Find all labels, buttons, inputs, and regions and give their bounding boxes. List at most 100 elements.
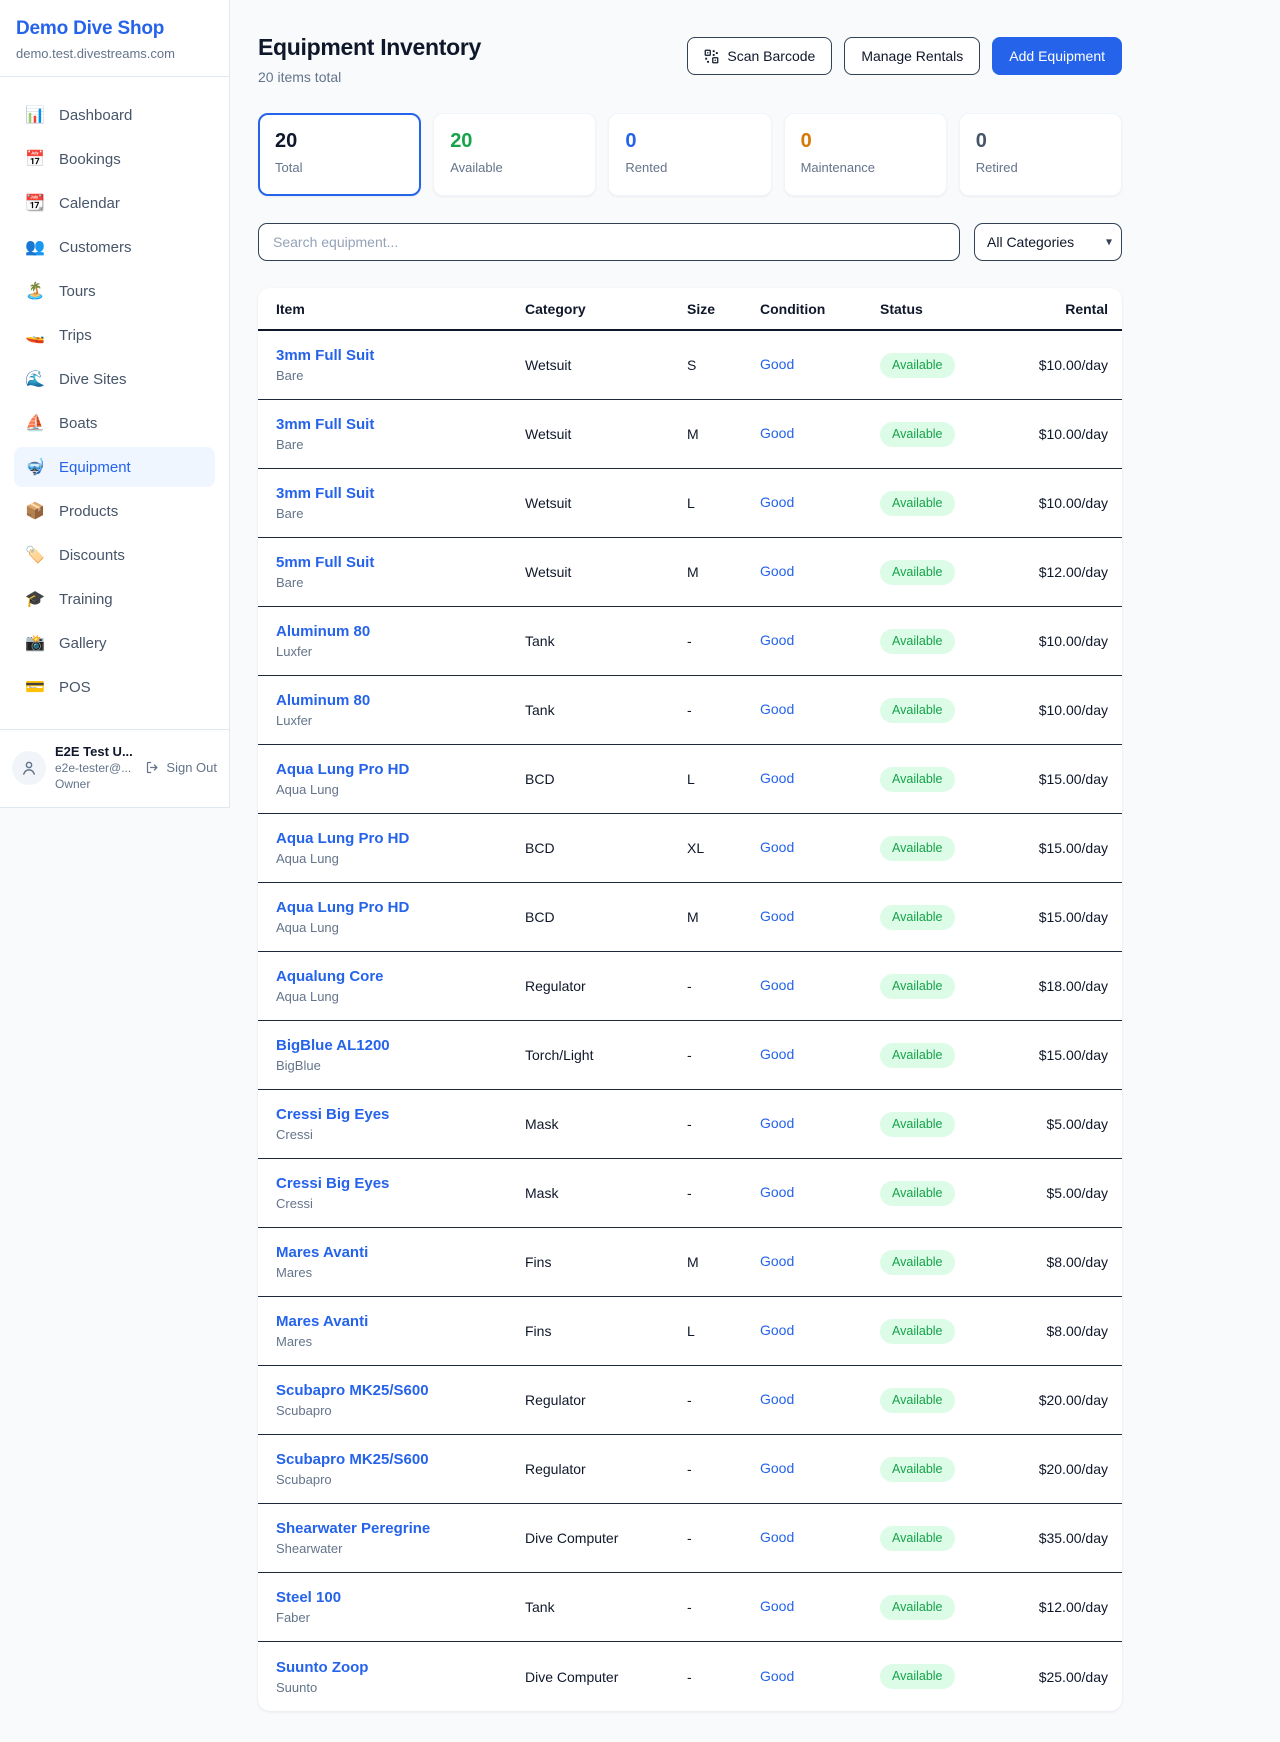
sidebar-item-dashboard[interactable]: 📊 Dashboard — [14, 95, 215, 135]
condition-link[interactable]: Good — [760, 770, 794, 786]
condition-link[interactable]: Good — [760, 1391, 794, 1407]
sign-out-button[interactable]: Sign Out — [145, 760, 217, 775]
status-badge: Available — [880, 905, 955, 930]
stat-card-available[interactable]: 20 Available — [433, 113, 596, 196]
item-name-link[interactable]: Aluminum 80 — [276, 623, 525, 640]
condition-link[interactable]: Good — [760, 1460, 794, 1476]
sidebar-item-bookings[interactable]: 📅 Bookings — [14, 139, 215, 179]
sidebar-item-boats[interactable]: ⛵ Boats — [14, 403, 215, 443]
item-cell: Aqua Lung Pro HD Aqua Lung — [276, 899, 525, 935]
condition-link[interactable]: Good — [760, 1115, 794, 1131]
sidebar-item-discounts[interactable]: 🏷️ Discounts — [14, 535, 215, 575]
status-badge: Available — [880, 974, 955, 999]
add-equipment-button[interactable]: Add Equipment — [992, 37, 1122, 75]
status-badge: Available — [880, 1112, 955, 1137]
stat-card-total[interactable]: 20 Total — [258, 113, 421, 196]
item-name-link[interactable]: Mares Avanti — [276, 1244, 525, 1261]
category-cell: Regulator — [525, 1461, 687, 1477]
item-brand: Cressi — [276, 1127, 525, 1142]
item-name-link[interactable]: Cressi Big Eyes — [276, 1106, 525, 1123]
status-cell: Available — [880, 1319, 1030, 1344]
condition-link[interactable]: Good — [760, 1598, 794, 1614]
sidebar-item-dive-sites[interactable]: 🌊 Dive Sites — [14, 359, 215, 399]
condition-link[interactable]: Good — [760, 356, 794, 372]
scan-barcode-button[interactable]: Scan Barcode — [687, 37, 832, 75]
size-cell: L — [687, 495, 760, 511]
status-badge: Available — [880, 1388, 955, 1413]
sidebar-item-label: Dive Sites — [59, 371, 127, 388]
category-select[interactable]: All Categories — [974, 223, 1122, 261]
sidebar-item-products[interactable]: 📦 Products — [14, 491, 215, 531]
item-name-link[interactable]: Aqua Lung Pro HD — [276, 761, 525, 778]
condition-link[interactable]: Good — [760, 1322, 794, 1338]
condition-link[interactable]: Good — [760, 977, 794, 993]
category-select-wrap: All Categories — [974, 223, 1122, 261]
sidebar-item-customers[interactable]: 👥 Customers — [14, 227, 215, 267]
item-name-link[interactable]: 3mm Full Suit — [276, 485, 525, 502]
equipment-table: Item Category Size Condition Status Rent… — [258, 288, 1122, 1711]
item-cell: 5mm Full Suit Bare — [276, 554, 525, 590]
condition-link[interactable]: Good — [760, 701, 794, 717]
stat-card-maintenance[interactable]: 0 Maintenance — [784, 113, 947, 196]
table-row: 3mm Full Suit Bare Wetsuit M Good Availa… — [258, 400, 1122, 469]
condition-link[interactable]: Good — [760, 1046, 794, 1062]
condition-link[interactable]: Good — [760, 494, 794, 510]
item-brand: Bare — [276, 506, 525, 521]
condition-link[interactable]: Good — [760, 425, 794, 441]
item-cell: BigBlue AL1200 BigBlue — [276, 1037, 525, 1073]
item-brand: Bare — [276, 437, 525, 452]
item-name-link[interactable]: BigBlue AL1200 — [276, 1037, 525, 1054]
table-row: 5mm Full Suit Bare Wetsuit M Good Availa… — [258, 538, 1122, 607]
condition-link[interactable]: Good — [760, 839, 794, 855]
sidebar-item-gallery[interactable]: 📸 Gallery — [14, 623, 215, 663]
item-name-link[interactable]: Aqua Lung Pro HD — [276, 830, 525, 847]
status-cell: Available — [880, 1595, 1030, 1620]
status-badge: Available — [880, 422, 955, 447]
sidebar-item-equipment[interactable]: 🤿 Equipment — [14, 447, 215, 487]
item-name-link[interactable]: 3mm Full Suit — [276, 416, 525, 433]
sidebar: Demo Dive Shop demo.test.divestreams.com… — [0, 0, 230, 808]
sidebar-item-training[interactable]: 🎓 Training — [14, 579, 215, 619]
status-badge: Available — [880, 560, 955, 585]
condition-link[interactable]: Good — [760, 1529, 794, 1545]
sidebar-item-trips[interactable]: 🚤 Trips — [14, 315, 215, 355]
item-name-link[interactable]: Aqua Lung Pro HD — [276, 899, 525, 916]
item-name-link[interactable]: Steel 100 — [276, 1589, 525, 1606]
item-name-link[interactable]: Aluminum 80 — [276, 692, 525, 709]
item-name-link[interactable]: Scubapro MK25/S600 — [276, 1382, 525, 1399]
category-cell: Tank — [525, 702, 687, 718]
condition-cell: Good — [760, 563, 880, 581]
condition-link[interactable]: Good — [760, 563, 794, 579]
condition-link[interactable]: Good — [760, 632, 794, 648]
condition-cell: Good — [760, 908, 880, 926]
item-name-link[interactable]: Scubapro MK25/S600 — [276, 1451, 525, 1468]
item-name-link[interactable]: Mares Avanti — [276, 1313, 525, 1330]
manage-rentals-button[interactable]: Manage Rentals — [844, 37, 980, 75]
item-name-link[interactable]: Cressi Big Eyes — [276, 1175, 525, 1192]
condition-link[interactable]: Good — [760, 1668, 794, 1684]
stat-card-retired[interactable]: 0 Retired — [959, 113, 1122, 196]
item-name-link[interactable]: Suunto Zoop — [276, 1659, 525, 1676]
item-name-link[interactable]: 3mm Full Suit — [276, 347, 525, 364]
stat-card-rented[interactable]: 0 Rented — [608, 113, 771, 196]
sidebar-item-calendar[interactable]: 📆 Calendar — [14, 183, 215, 223]
size-cell: M — [687, 1254, 760, 1270]
item-name-link[interactable]: Shearwater Peregrine — [276, 1520, 525, 1537]
condition-link[interactable]: Good — [760, 908, 794, 924]
sidebar-item-tours[interactable]: 🏝️ Tours — [14, 271, 215, 311]
sidebar-item-label: Calendar — [59, 195, 120, 212]
search-input[interactable] — [258, 223, 960, 261]
rental-cell: $25.00/day — [1030, 1669, 1108, 1685]
stat-value: 0 — [625, 129, 754, 153]
sidebar-item-pos[interactable]: 💳 POS — [14, 667, 215, 707]
avatar — [12, 751, 46, 785]
item-name-link[interactable]: Aqualung Core — [276, 968, 525, 985]
manage-rentals-label: Manage Rentals — [861, 48, 963, 64]
sidebar-item-label: Discounts — [59, 547, 125, 564]
condition-link[interactable]: Good — [760, 1184, 794, 1200]
rental-cell: $15.00/day — [1030, 1047, 1108, 1063]
condition-link[interactable]: Good — [760, 1253, 794, 1269]
sidebar-nav: 📊 Dashboard 📅 Bookings 📆 Calendar 👥 Cust… — [0, 77, 229, 721]
item-name-link[interactable]: 5mm Full Suit — [276, 554, 525, 571]
item-brand: Luxfer — [276, 644, 525, 659]
